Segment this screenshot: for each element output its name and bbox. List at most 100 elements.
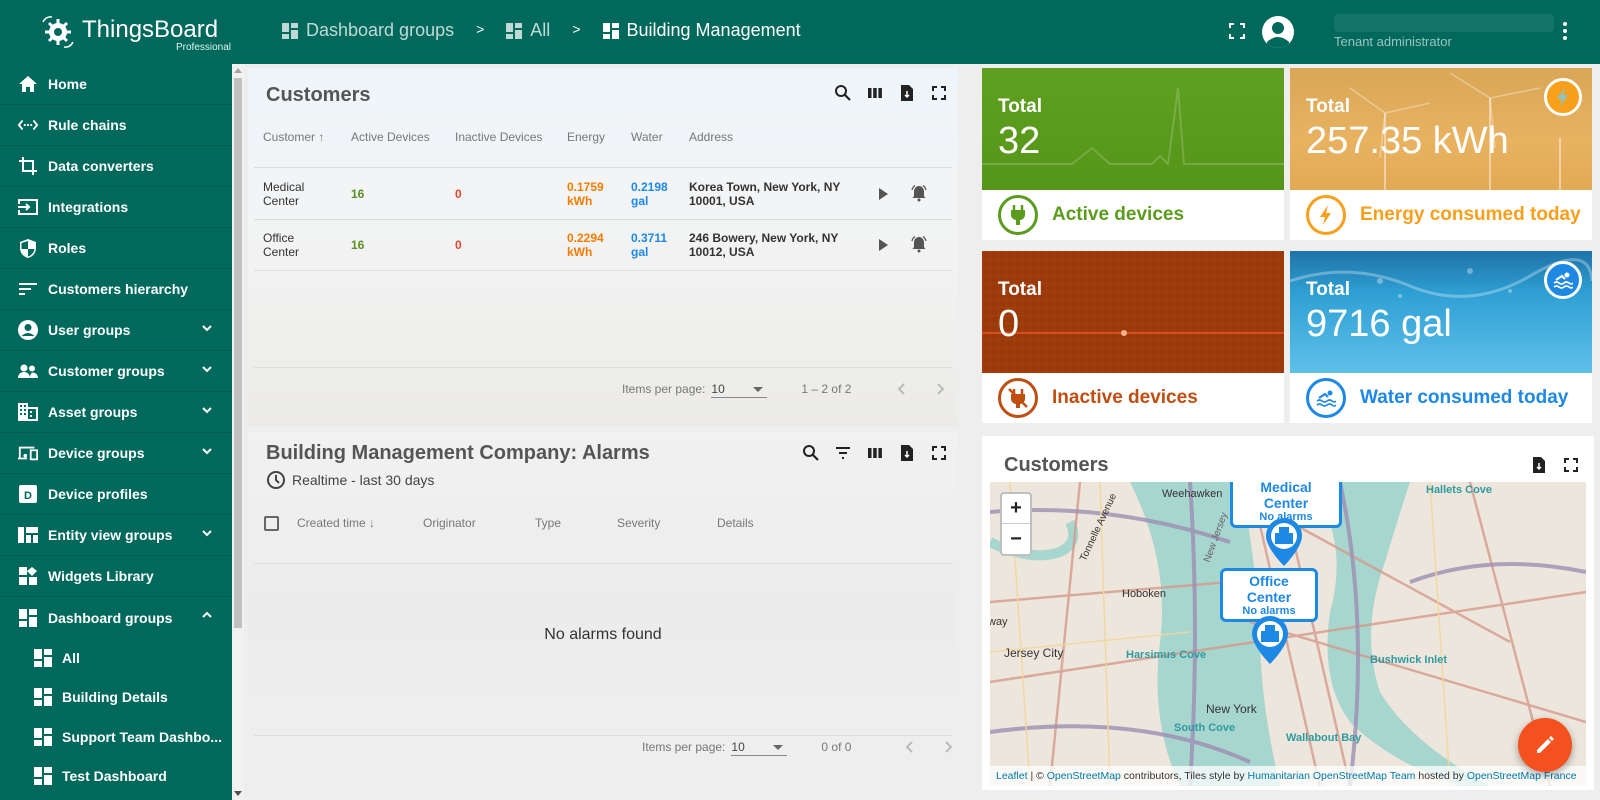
sidebar-item-customers-hierarchy[interactable]: Customers hierarchy <box>0 269 232 310</box>
card-badge-swim-icon[interactable] <box>1544 261 1582 299</box>
fullscreen-icon[interactable] <box>1562 456 1580 474</box>
play-arrow-icon[interactable] <box>874 185 892 203</box>
columns-icon[interactable] <box>866 444 884 462</box>
sidebar-item-device-profiles[interactable]: D Device profiles <box>0 474 232 515</box>
column-header-address[interactable]: Address <box>689 130 829 148</box>
zoom-in-button[interactable]: + <box>1002 494 1030 524</box>
fullscreen-icon[interactable] <box>930 444 948 462</box>
page-size-select[interactable]: 10 <box>731 738 788 756</box>
sidebar-item-device-groups[interactable]: Device groups <box>0 433 232 474</box>
sidebar-item-dashboard-groups[interactable]: Dashboard groups <box>0 597 232 638</box>
sidebar-subitem-support-team[interactable]: Support Team Dashbo... <box>0 717 232 757</box>
card-header <box>982 251 1284 373</box>
card-water[interactable]: Total 9716 gal Water consumed today <box>1290 251 1592 423</box>
breadcrumb-separator: > <box>476 20 485 37</box>
next-page-icon[interactable] <box>941 740 955 754</box>
chevron-down-icon[interactable] <box>202 528 212 538</box>
leaflet-link[interactable]: Leaflet <box>996 770 1028 782</box>
customers-table-widget: Customers Customer ↑ Active Devices Inac… <box>248 68 958 426</box>
fullscreen-icon[interactable] <box>930 84 948 102</box>
columns-icon[interactable] <box>866 84 884 102</box>
column-header-active-devices[interactable]: Active Devices <box>351 130 455 148</box>
sidebar-item-customer-groups[interactable]: Customer groups <box>0 351 232 392</box>
avatar[interactable] <box>1262 16 1294 48</box>
page-size-select[interactable]: 10 <box>711 380 768 398</box>
sidebar-item-user-groups[interactable]: User groups <box>0 310 232 351</box>
next-page-icon[interactable] <box>933 382 947 396</box>
map-canvas[interactable]: Weehawken Tonnelle Avenue New Jersey Hob… <box>990 482 1586 786</box>
logo[interactable]: ThingsBoard Professional <box>40 12 231 56</box>
sidebar-item-entity-view-groups[interactable]: Entity view groups <box>0 515 232 556</box>
chevron-down-icon[interactable] <box>202 446 212 456</box>
crop-icon <box>18 156 38 176</box>
column-header-water[interactable]: Water <box>631 130 689 148</box>
table-row[interactable]: Office Center 16 0 0.2294 kWh 0.3711 gal 24… <box>263 220 869 270</box>
zoom-out-button[interactable]: − <box>1002 524 1030 554</box>
search-icon[interactable] <box>834 84 852 102</box>
sidebar-item-widgets-library[interactable]: Widgets Library <box>0 556 232 597</box>
column-header-severity[interactable]: Severity <box>617 514 717 532</box>
select-all-checkbox[interactable] <box>264 515 279 531</box>
export-file-icon[interactable] <box>898 444 916 462</box>
breadcrumb-dashboard-groups[interactable]: Dashboard groups <box>282 20 454 41</box>
sidebar-scrollbar[interactable] <box>232 64 244 800</box>
building-marker-icon[interactable] <box>1266 518 1302 566</box>
play-arrow-icon[interactable] <box>874 236 892 254</box>
sidebar-item-rule-chains[interactable]: Rule chains <box>0 105 232 146</box>
filter-icon[interactable] <box>834 444 852 462</box>
card-active-devices[interactable]: Total 32 Active devices <box>982 68 1284 240</box>
sidebar-item-asset-groups[interactable]: Asset groups <box>0 392 232 433</box>
more-vert-icon[interactable] <box>1560 22 1570 44</box>
alarm-bell-icon[interactable] <box>910 184 928 202</box>
chevron-down-icon[interactable] <box>202 323 212 333</box>
edit-dashboard-button[interactable] <box>1518 718 1572 772</box>
sidebar-item-home[interactable]: Home <box>0 64 232 105</box>
cell-customer: Office Center <box>263 231 300 259</box>
building-marker-icon[interactable] <box>1252 616 1288 664</box>
account-circle-icon <box>18 320 38 340</box>
timewindow-selector[interactable]: Realtime - last 30 days <box>266 470 434 490</box>
chevron-down-icon[interactable] <box>202 405 212 415</box>
sidebar-item-integrations[interactable]: Integrations <box>0 187 232 228</box>
column-header-originator[interactable]: Originator <box>423 514 535 532</box>
widget-title: Customers <box>1004 454 1109 476</box>
sidebar-subitem-all[interactable]: All <box>0 638 232 678</box>
scroll-down-arrow[interactable] <box>234 791 242 796</box>
sidebar-subitem-building-details[interactable]: Building Details <box>0 678 232 718</box>
chevron-down-icon[interactable] <box>202 364 212 374</box>
cell-energy: 0.1759 kWh <box>567 180 604 208</box>
view-quilt-icon <box>18 525 38 545</box>
fullscreen-icon[interactable] <box>1228 22 1246 40</box>
column-header-details[interactable]: Details <box>717 514 797 532</box>
sidebar-item-data-converters[interactable]: Data converters <box>0 146 232 187</box>
prev-page-icon[interactable] <box>903 740 917 754</box>
column-header-created-time[interactable]: Created time ↓ <box>297 514 423 532</box>
scroll-thumb[interactable] <box>234 78 242 628</box>
card-inactive-devices[interactable]: Total 0 Inactive devices <box>982 251 1284 423</box>
column-header-inactive-devices[interactable]: Inactive Devices <box>455 130 567 148</box>
osm-link[interactable]: OpenStreetMap <box>1047 770 1121 782</box>
card-badge-bolt-icon[interactable] <box>1544 78 1582 116</box>
map-place-label: New York <box>1206 702 1257 716</box>
breadcrumb-all[interactable]: All <box>506 20 550 41</box>
sidebar-item-roles[interactable]: Roles <box>0 228 232 269</box>
sidebar-subitem-test-dashboard[interactable]: Test Dashboard <box>0 757 232 797</box>
marker-label-office-center[interactable]: Office Center No alarms <box>1220 568 1318 622</box>
scroll-up-arrow[interactable] <box>234 68 242 73</box>
sort-arrow-icon: ↓ <box>369 516 376 530</box>
export-file-icon[interactable] <box>1530 456 1548 474</box>
column-header-type[interactable]: Type <box>535 514 617 532</box>
card-energy[interactable]: Total 257.35 kWh Energy consumed today <box>1290 68 1592 240</box>
column-header-customer[interactable]: Customer ↑ <box>263 130 351 148</box>
search-icon[interactable] <box>802 444 820 462</box>
sidebar-item-label: Customers hierarchy <box>48 281 189 297</box>
table-row[interactable]: Medical Center 16 0 0.1759 kWh 0.2198 gal K… <box>263 169 869 219</box>
prev-page-icon[interactable] <box>895 382 909 396</box>
hot-link[interactable]: Humanitarian OpenStreetMap Team <box>1248 770 1416 782</box>
export-file-icon[interactable] <box>898 84 916 102</box>
column-header-energy[interactable]: Energy <box>567 130 631 148</box>
osm-france-link[interactable]: OpenStreetMap France <box>1467 770 1577 782</box>
items-per-page-label: Items per page: <box>642 740 726 754</box>
alarm-bell-icon[interactable] <box>910 235 928 253</box>
chevron-up-icon[interactable] <box>202 610 212 620</box>
